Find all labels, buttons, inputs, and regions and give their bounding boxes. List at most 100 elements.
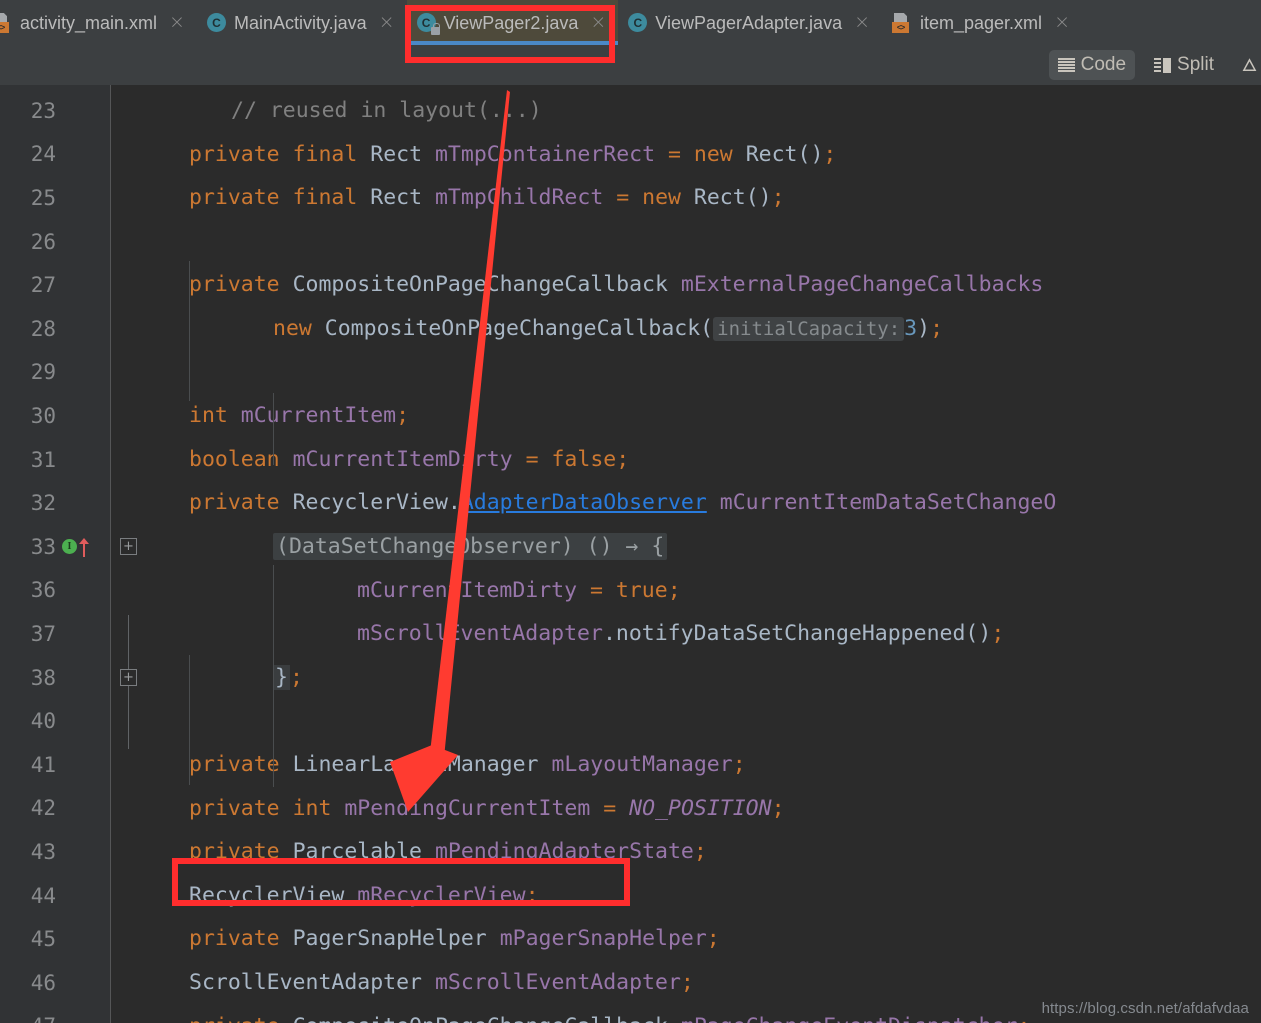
lock-icon <box>430 23 440 35</box>
code-line-25[interactable]: private final Rect mTmpChildRect = new R… <box>189 176 785 220</box>
line-number: 47 <box>0 1014 56 1023</box>
close-icon[interactable]: × <box>379 13 395 32</box>
close-icon[interactable]: × <box>169 13 185 32</box>
editor-gutter[interactable]: 23 24 25 26 27 28 29 30 31 32 33 I 36 37 38 40 41 42 43 44 4… <box>0 85 111 1023</box>
code-line-44[interactable]: RecyclerView mRecyclerView; <box>189 874 539 918</box>
java-class-readonly-icon: C <box>416 13 440 35</box>
design-icon <box>1242 57 1257 71</box>
split-panes-icon <box>1154 57 1172 73</box>
line-number: 23 <box>30 98 56 123</box>
editor-tab-bar: <> activity_main.xml × C MainActivity.ja… <box>0 0 1261 45</box>
view-mode-code-button[interactable]: Code <box>1048 50 1136 80</box>
code-line-28[interactable]: new CompositeOnPageChangeCallback(initia… <box>273 307 943 351</box>
gutter-row[interactable]: 31 <box>0 438 111 482</box>
tab-label: ViewPager2.java <box>443 12 579 33</box>
gutter-row[interactable]: 23 <box>0 89 111 133</box>
gutter-row[interactable]: 47 <box>0 1005 111 1023</box>
code-content[interactable]: // reused in layout(...) private final Re… <box>147 85 1261 1023</box>
line-number: 32 <box>30 491 56 516</box>
code-line-43[interactable]: private Parcelable mPendingAdapterState; <box>189 830 707 874</box>
java-class-icon: C <box>206 13 226 32</box>
indent-guide <box>189 655 190 785</box>
line-number: 42 <box>30 796 56 821</box>
folded-lambda[interactable]: (DataSetChangeObserver) () → { <box>273 533 668 560</box>
java-class-icon: C <box>628 13 648 32</box>
gutter-row[interactable]: 40 <box>0 699 111 743</box>
tab-viewpager2-java[interactable]: C ViewPager2.java × <box>406 0 619 45</box>
gutter-row[interactable]: 29 <box>0 351 111 395</box>
code-line-47[interactable]: private CompositeOnPageChangeCallback mP… <box>189 1005 1030 1023</box>
gutter-row[interactable]: 45 <box>0 917 111 961</box>
indent-guide <box>273 565 274 787</box>
code-line-45[interactable]: private PagerSnapHelper mPagerSnapHelper… <box>189 917 720 961</box>
tab-viewpageradapter-java[interactable]: C ViewPagerAdapter.java × <box>618 0 882 45</box>
gutter-row[interactable]: 25 <box>0 176 111 220</box>
code-folding-column[interactable]: + + <box>111 85 147 1023</box>
code-line-42[interactable]: private int mPendingCurrentItem = NO_POS… <box>189 787 785 831</box>
line-number: 30 <box>30 403 56 428</box>
line-number: 33 <box>30 534 56 559</box>
gutter-row[interactable]: 30 <box>0 394 111 438</box>
override-up-arrow-icon[interactable] <box>78 537 90 557</box>
gutter-row[interactable]: 24 <box>0 133 111 177</box>
gutter-row[interactable]: 28 <box>0 307 111 351</box>
line-number: 26 <box>30 229 56 254</box>
line-number: 43 <box>30 839 56 864</box>
gutter-row[interactable]: 33 I <box>0 525 111 569</box>
tab-label: MainActivity.java <box>233 12 367 33</box>
code-line-38[interactable]: }; <box>273 656 303 700</box>
code-line-27[interactable]: private CompositeOnPageChangeCallback mE… <box>189 263 1043 307</box>
gutter-row[interactable]: 32 <box>0 481 111 525</box>
line-number: 27 <box>30 273 56 298</box>
line-number: 24 <box>30 142 56 167</box>
xml-layout-icon: <> <box>892 12 912 33</box>
implementing-method-icon[interactable]: I <box>62 539 77 555</box>
gutter-row[interactable]: 42 <box>0 787 111 831</box>
gutter-row[interactable]: 46 <box>0 961 111 1005</box>
code-line-32[interactable]: private RecyclerView.AdapterDataObserver… <box>189 481 1056 525</box>
gutter-row[interactable]: 43 <box>0 830 111 874</box>
line-number: 25 <box>30 185 56 210</box>
view-mode-label: Code <box>1080 54 1127 75</box>
code-lines-icon <box>1057 58 1075 72</box>
editor-view-mode-toolbar: Code Split <box>0 45 1261 85</box>
code-line-30[interactable]: int mCurrentItem; <box>189 394 409 438</box>
code-editor[interactable]: 23 24 25 26 27 28 29 30 31 32 33 I 36 37 38 40 41 42 43 44 4… <box>0 85 1261 1023</box>
line-number: 36 <box>30 578 56 603</box>
tab-mainactivity-java[interactable]: C MainActivity.java × <box>197 0 407 45</box>
line-number: 45 <box>30 927 56 952</box>
code-line-36[interactable]: mCurrentItemDirty = true; <box>357 569 681 613</box>
inlay-hint: initialCapacity: <box>713 317 905 341</box>
watermark-text: https://blog.csdn.net/afdafvdaa <box>1041 1000 1249 1017</box>
line-number: 31 <box>30 447 56 472</box>
close-icon[interactable]: × <box>590 13 606 32</box>
gutter-row[interactable]: 26 <box>0 220 111 264</box>
gutter-markers[interactable]: I <box>56 537 111 557</box>
code-line-33[interactable]: (DataSetChangeObserver) () → { <box>273 525 668 569</box>
tab-activity-main-xml[interactable]: <> activity_main.xml × <box>0 0 197 45</box>
indent-guide <box>273 393 274 465</box>
view-mode-split-button[interactable]: Split <box>1145 50 1223 80</box>
close-icon[interactable]: × <box>1054 13 1070 32</box>
fold-toggle-33[interactable]: + <box>120 538 137 555</box>
view-mode-design-button[interactable] <box>1233 50 1257 80</box>
code-line-23[interactable]: // reused in layout(...) <box>231 89 542 133</box>
code-line-37[interactable]: mScrollEventAdapter.notifyDataSetChangeH… <box>357 612 1004 656</box>
tab-item-pager-xml[interactable]: <> item_pager.xml × <box>882 0 1082 45</box>
gutter-row[interactable]: 44 <box>0 874 111 918</box>
code-line-31[interactable]: boolean mCurrentItemDirty = false; <box>189 438 629 482</box>
line-number: 44 <box>30 883 56 908</box>
gutter-row[interactable]: 38 <box>0 656 111 700</box>
line-number: 46 <box>30 970 56 995</box>
line-number: 29 <box>30 360 56 385</box>
gutter-row[interactable]: 27 <box>0 263 111 307</box>
code-line-46[interactable]: ScrollEventAdapter mScrollEventAdapter; <box>189 961 694 1005</box>
gutter-row[interactable]: 37 <box>0 612 111 656</box>
gutter-row[interactable]: 36 <box>0 569 111 613</box>
code-line-24[interactable]: private final Rect mTmpContainerRect = n… <box>189 133 836 177</box>
fold-toggle-38[interactable]: + <box>120 668 137 686</box>
gutter-row[interactable]: 41 <box>0 743 111 787</box>
tab-label: activity_main.xml <box>20 12 158 33</box>
line-number: 38 <box>30 665 56 690</box>
close-icon[interactable]: × <box>854 13 870 32</box>
